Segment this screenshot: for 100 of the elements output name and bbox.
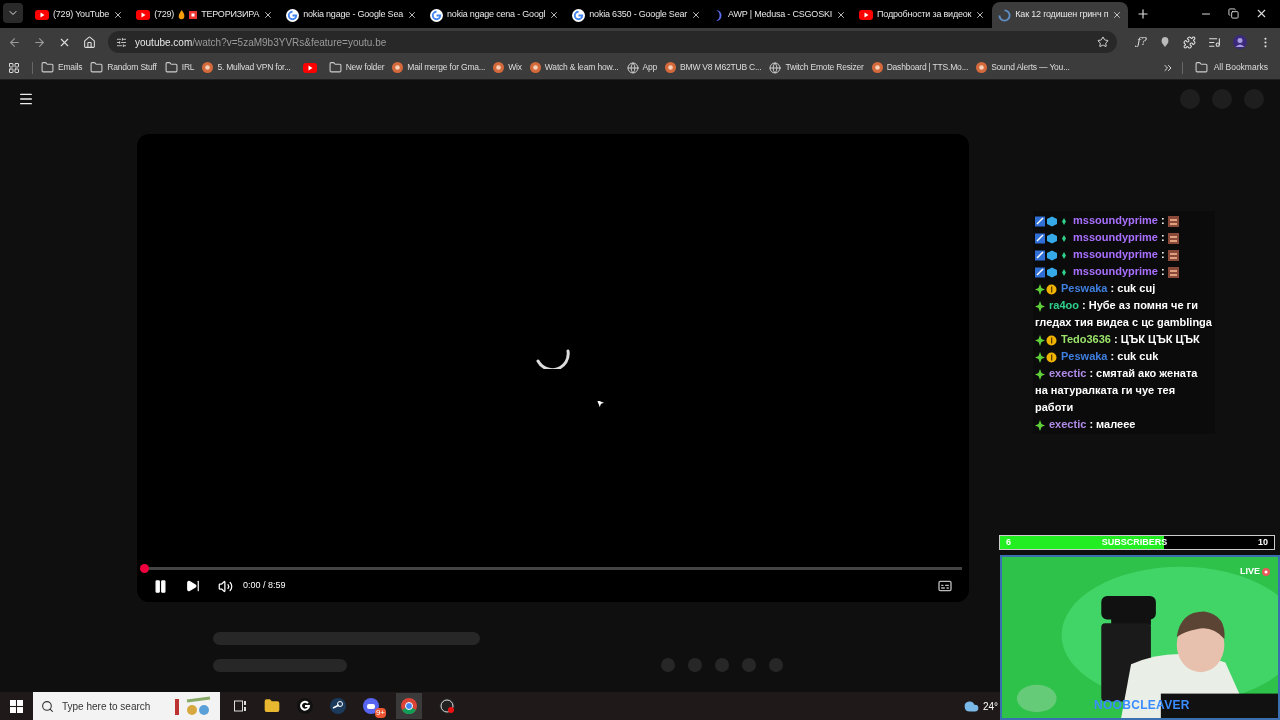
tab-title: AWP | Medusa - CSGOSKI — [728, 8, 833, 22]
tab-title: Подробности за видеок — [877, 8, 972, 22]
folder-icon — [1194, 61, 1208, 74]
folder-icon — [41, 61, 54, 74]
bookmark-item[interactable]: 5. Mullvad VPN for... — [198, 57, 295, 78]
close-icon[interactable] — [691, 10, 702, 20]
function-icon[interactable]: ƒ? — [1137, 33, 1147, 51]
close-icon[interactable] — [1112, 10, 1123, 20]
browser-tab[interactable]: (729) ТЕРОРИЗИРА — [130, 2, 280, 28]
avatar-icon[interactable] — [1233, 35, 1247, 49]
globe-icon — [626, 61, 639, 74]
bookmark-item[interactable]: IRL — [160, 57, 199, 78]
progress-handle[interactable] — [140, 564, 149, 573]
temperature: 24° — [982, 699, 998, 714]
menu-icon[interactable] — [18, 91, 34, 107]
site-icon — [665, 62, 677, 73]
youtube-icon — [859, 10, 874, 20]
browser-tab[interactable]: Подробности за видеок — [853, 2, 992, 28]
windows-start-icon[interactable] — [10, 699, 23, 713]
site-icon — [976, 62, 988, 73]
tab-title: nokia ngage - Google Sea — [303, 8, 403, 22]
cursor-icon — [594, 397, 607, 410]
time-display: 0:00 / 8:59 — [243, 579, 286, 593]
goal-current: 6 — [1006, 536, 1011, 549]
google-icon — [572, 8, 586, 22]
chat-message: exectic : малеее — [1035, 416, 1213, 433]
google-icon — [286, 8, 300, 22]
record-icon — [1262, 567, 1270, 576]
badges-icon — [1035, 215, 1069, 227]
bookmark-item[interactable]: Wix — [489, 57, 526, 78]
flame-icon — [178, 10, 186, 20]
site-icon — [392, 62, 404, 73]
notification-badge: 9+ — [374, 708, 386, 718]
bookmark-item[interactable]: Emails — [37, 57, 87, 78]
chrome-taskbar-button[interactable] — [396, 693, 422, 719]
site-icon — [871, 62, 883, 73]
chrome-icon — [401, 698, 417, 714]
tab-title: (729) YouTube — [53, 8, 110, 22]
chat-message: Tedo3636 : ЦЪК ЦЪК ЦЪК — [1035, 331, 1213, 348]
volume-icon[interactable] — [218, 578, 233, 594]
emote-icon — [1167, 249, 1179, 261]
site-settings-icon[interactable] — [116, 36, 127, 48]
tab-title: nokia 6350 - Google Sear — [589, 8, 688, 22]
apps-icon[interactable] — [8, 61, 20, 74]
bookmark-item[interactable]: Sound Alerts — You... — [972, 57, 1074, 78]
globe-icon — [769, 61, 782, 74]
bookmark-item[interactable]: Mail merge for Gma... — [388, 57, 490, 78]
site-icon — [529, 62, 541, 73]
close-icon[interactable] — [836, 10, 847, 20]
browser-tab[interactable]: nokia 6350 - Google Sear — [566, 2, 708, 28]
bookmark-star-icon[interactable] — [1097, 36, 1110, 48]
address-bar[interactable]: youtube.com/watch?v=5zaM9b3YVRs&feature=youtu.be — [108, 31, 1118, 53]
bookmark-item[interactable]: BMW V8 M62TUB C... — [661, 57, 766, 78]
folder-icon — [164, 61, 178, 74]
bookmark-item[interactable]: Random Stuff — [86, 57, 161, 78]
bookmark-item[interactable]: New folder — [324, 57, 389, 78]
file-explorer-icon[interactable] — [264, 698, 280, 714]
youtube-icon — [302, 62, 317, 73]
back-icon[interactable] — [8, 35, 21, 49]
browser-tab[interactable]: AWP | Medusa - CSGOSKI — [708, 2, 853, 28]
bookmark-item[interactable]: App — [622, 57, 662, 78]
bookmark-item[interactable]: Dashboard | TTS.Mo... — [867, 57, 973, 78]
url-host: youtube.com — [135, 36, 193, 48]
tab-list-button[interactable] — [3, 3, 23, 23]
goal-target: 10 — [1257, 536, 1268, 549]
media-controls-icon[interactable] — [1208, 35, 1221, 49]
loading-icon — [998, 8, 1012, 22]
task-view-icon[interactable] — [234, 700, 247, 712]
chat-message: mssoundyprime : — [1035, 212, 1213, 229]
browser-tab[interactable]: (729) YouTube — [29, 2, 130, 28]
home-icon[interactable] — [83, 35, 96, 49]
browser-tab[interactable]: nokia ngage cena - Googl — [424, 2, 566, 28]
taskbar-search-field[interactable]: Type here to search — [33, 692, 220, 720]
browser-tab[interactable]: nokia ngage - Google Sea — [280, 2, 423, 28]
close-icon[interactable] — [113, 10, 124, 20]
folder-icon — [90, 61, 104, 74]
next-icon[interactable] — [186, 579, 200, 593]
subtitles-icon[interactable] — [937, 578, 953, 594]
pause-icon[interactable] — [153, 578, 168, 594]
bookmark-item[interactable]: Twitch Emote Resizer — [765, 57, 868, 78]
browser-tab[interactable]: Как 12 годишен гринч п — [992, 2, 1129, 28]
close-icon[interactable] — [1255, 7, 1268, 20]
extensions-icon[interactable] — [1183, 35, 1196, 49]
tab-title: Как 12 годишен гринч п — [1015, 8, 1109, 22]
close-icon[interactable] — [549, 10, 560, 20]
live-label: LIVE — [1240, 565, 1260, 578]
close-icon[interactable] — [263, 10, 274, 20]
new-tab-icon[interactable] — [1136, 7, 1151, 21]
bookmark-item[interactable]: All Bookmarks — [1190, 61, 1272, 74]
close-icon[interactable] — [407, 10, 417, 20]
chat-message: Peswaka : cuk cuj — [1035, 280, 1213, 297]
close-icon[interactable] — [975, 10, 986, 20]
bookmark-item[interactable]: Watch & learn how... — [525, 57, 623, 78]
chat-message: Peswaka : cuk cuk — [1035, 348, 1213, 365]
forward-icon[interactable] — [33, 35, 46, 49]
chat-message: mssoundyprime : — [1035, 246, 1213, 263]
chat-message: ra4oo : Нубе аз помня че ги гледах тия видеа с цс gamblinga — [1035, 298, 1213, 330]
youtube-icon — [35, 10, 49, 20]
google-icon — [430, 8, 443, 22]
restore-icon[interactable] — [1228, 8, 1239, 19]
